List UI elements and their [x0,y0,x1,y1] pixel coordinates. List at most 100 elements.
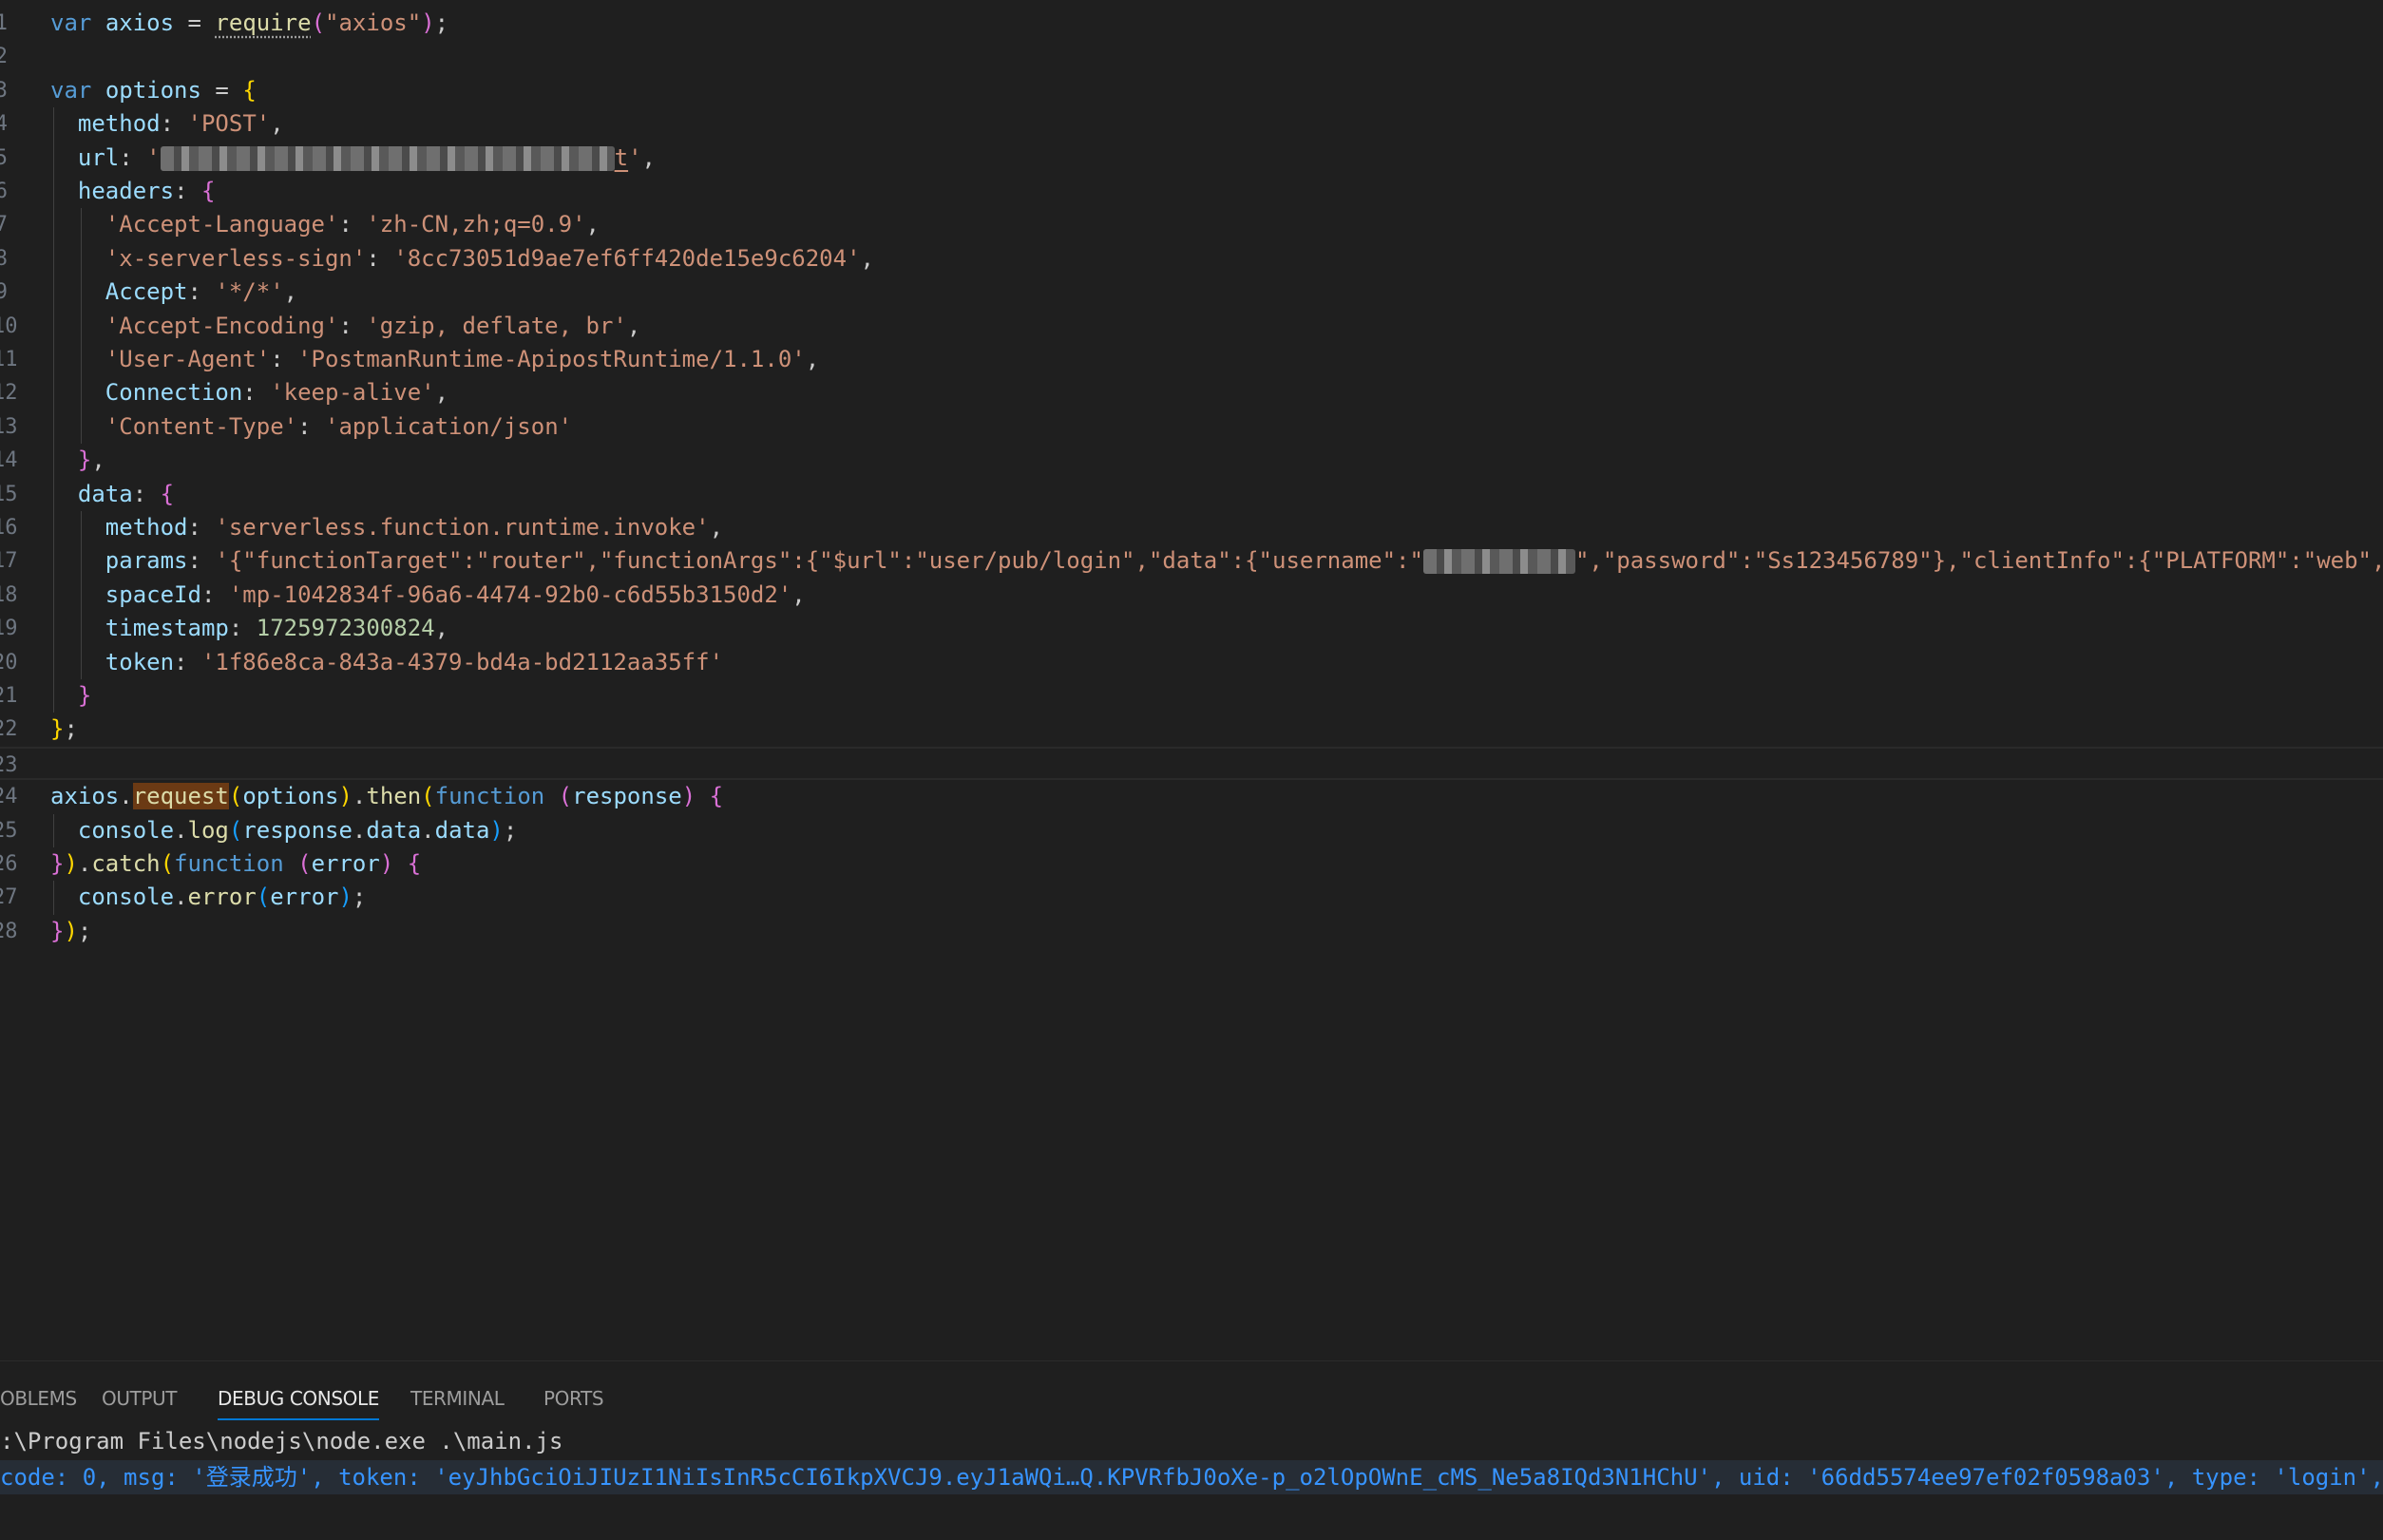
code-token: 'Accept-Language' [105,211,339,238]
tab-problems[interactable]: OBLEMS [0,1384,77,1413]
code-token: . [119,783,133,810]
code-line[interactable]: 26}).catch(function (error) { [0,847,2383,881]
code-line[interactable]: 2 [0,40,2383,73]
code-line[interactable]: 9 Accept: '*/*', [0,276,2383,310]
code-line[interactable]: 6 headers: { [0,175,2383,209]
code-token: catch [91,850,161,877]
code-line[interactable]: 13 'Content-Type': 'application/json' [0,409,2383,445]
code-line[interactable]: 23 [0,746,2383,781]
code-line[interactable]: 1 var axios = require("axios"); [0,7,2383,40]
code-token: data [77,480,133,507]
code-token: ) [681,783,696,810]
code-token: ( [421,783,435,810]
code-line[interactable]: 8 'x-serverless-sign': '8cc73051d9ae7ef6… [0,241,2383,276]
code-token: { [160,480,175,507]
code-token: 'Accept-Encoding' [105,312,339,339]
tab-output[interactable]: OUTPUT [102,1384,178,1413]
code-token: ( [256,884,271,911]
code-token: '1f86e8ca-843a-4379-bd4a-bd2112aa35ff' [200,648,724,675]
code-line[interactable]: 7 'Accept-Language': 'zh-CN,zh;q=0.9', [0,208,2383,242]
code-token: , [585,211,600,238]
line-number: 11 [0,348,18,371]
code-token: 'PostmanRuntime-ApipostRuntime/1.1.0' [297,346,806,372]
code-line[interactable]: 12 Connection: 'keep-alive', [0,376,2383,410]
code-token: ( [228,816,243,844]
code-line[interactable]: 4 method: 'POST', [0,107,2383,142]
code-token: ( [297,850,312,877]
code-token: ) [421,10,435,36]
code-token: timestamp [105,615,229,642]
code-line[interactable]: 16 method: 'serverless.function.runtime.… [0,511,2383,545]
code-token: '{"functionTarget":"router","functionArg… [215,547,1423,575]
code-token: . [352,783,367,810]
code-token: 'User-Agent' [105,346,271,372]
code-line[interactable]: 17 params: '{"functionTarget":"router","… [0,544,2383,579]
code-token: ( [558,783,573,810]
code-text: 'x-serverless-sign': '8cc73051d9ae7ef6ff… [50,242,874,276]
code-token: . [421,816,435,844]
code-token: data [434,816,490,844]
line-number: 27 [0,885,18,910]
code-token: 'x-serverless-sign' [105,244,367,272]
code-token: ) [64,917,78,944]
code-token: : [200,580,229,608]
code-token: ; [503,816,518,844]
line-number: 2 [0,45,8,69]
code-line[interactable]: 18 spaceId: 'mp-1042834f-96a6-4474-92b0-… [0,578,2383,613]
code-token: response [572,783,682,810]
code-line[interactable]: 15 data: { [0,477,2383,511]
code-line[interactable]: 24axios.request(options).then(function (… [0,780,2383,813]
line-number: 24 [0,785,18,809]
tab-debug-console[interactable]: DEBUG CONSOLE [218,1384,379,1420]
code-token: : [228,615,257,642]
code-token: = [174,10,216,36]
code-token: , [283,278,298,306]
code-token: error [311,850,380,877]
code-line[interactable]: 10 'Accept-Encoding': 'gzip, deflate, br… [0,309,2383,343]
code-text: Accept: '*/*', [50,276,297,309]
code-token: } [50,917,65,944]
line-number: 17 [0,549,18,574]
code-line[interactable]: 11 'User-Agent': 'PostmanRuntime-Apipost… [0,343,2383,377]
code-line[interactable]: 19 timestamp: 1725972300824, [0,612,2383,646]
code-text: 'Content-Type': 'application/json' [50,410,572,444]
code-token: ) [338,884,353,911]
code-token: 'mp-1042834f-96a6-4474-92b0-c6d55b3150d2… [228,580,792,608]
line-number: 18 [0,582,18,607]
code-token: { [709,783,724,810]
code-line[interactable]: 5 url: 'urlt', [0,141,2383,175]
code-token: then [366,783,422,810]
line-number: 7 [0,213,8,238]
code-editor[interactable]: 1 var axios = require("axios"); 2 3 var opti… [0,0,2383,1360]
code-line[interactable]: 21 } [0,679,2383,713]
code-line[interactable]: 22}; [0,713,2383,746]
code-token: : [174,178,201,204]
tab-terminal[interactable]: TERMINAL [410,1384,505,1413]
tab-ports[interactable]: PORTS [543,1384,604,1413]
code-line[interactable]: 20 token: '1f86e8ca-843a-4379-bd4a-bd211… [0,645,2383,679]
code-line[interactable]: 14 }, [0,444,2383,478]
code-token: = [200,76,243,104]
code-line[interactable]: 25 console.log(response.data.data); [0,813,2383,847]
line-number: 10 [0,314,18,338]
code-token: : [242,379,271,407]
code-token: . [352,816,367,844]
line-number: 20 [0,650,18,675]
line-number: 26 [0,852,18,876]
code-token: 'keep-alive' [270,379,435,407]
code-line[interactable]: 28}); [0,915,2383,948]
code-token: '*/*' [215,278,284,306]
code-line[interactable]: 27 console.error(error); [0,881,2383,915]
code-token: ; [434,10,449,36]
code-text: method: 'POST', [50,107,284,141]
console-output-line[interactable]: code: 0, msg: '登录成功', token: 'eyJhbGciOi… [0,1460,2383,1494]
code-token: : [297,412,325,440]
code-line[interactable]: 3 var options = { [0,74,2383,107]
code-token: { [407,850,422,877]
code-token: : [187,547,216,575]
